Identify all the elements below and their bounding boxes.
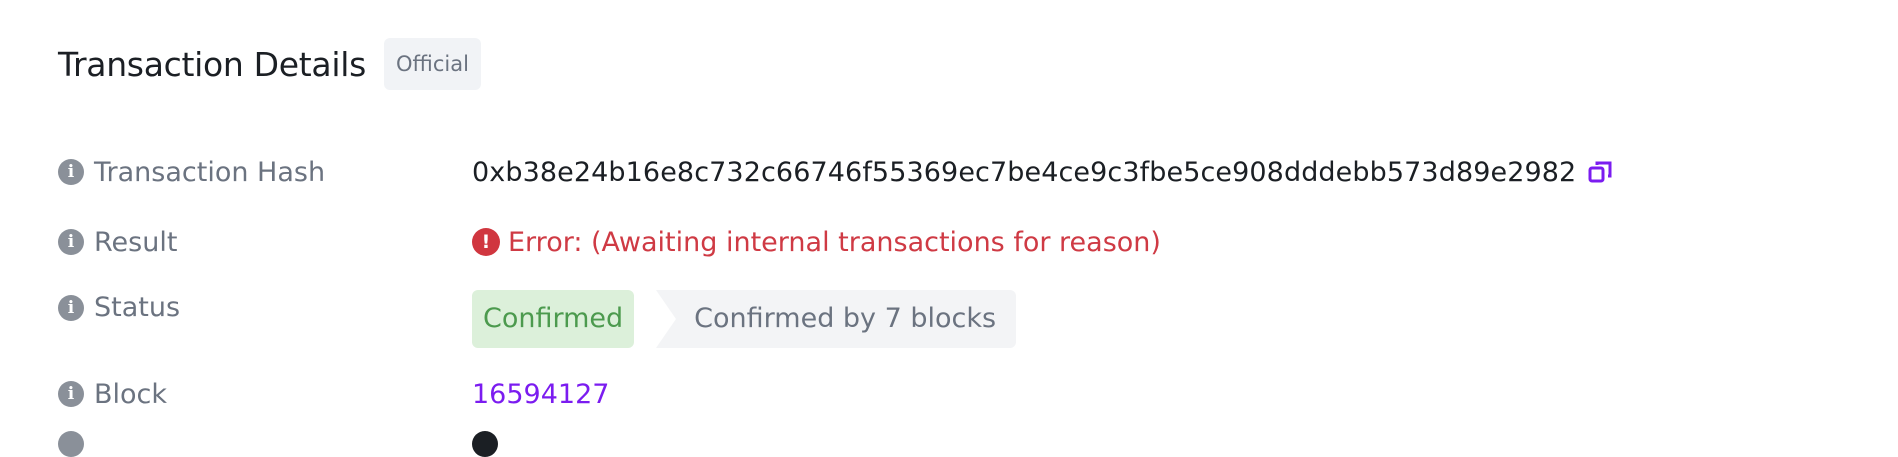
label-result: Result bbox=[94, 226, 178, 258]
copy-icon[interactable] bbox=[1588, 159, 1614, 185]
row-result: i Result ! Error: (Awaiting internal tra… bbox=[58, 222, 1161, 262]
value-status-wrap: Confirmed Confirmed by 7 blocks bbox=[472, 290, 1017, 348]
value-transaction-hash-wrap: 0xb38e24b16e8c732c66746f55369ec7be4ce9c3… bbox=[472, 157, 1614, 188]
info-icon bbox=[58, 431, 84, 457]
row-block: i Block 16594127 bbox=[58, 374, 609, 414]
page-title: Transaction Details bbox=[58, 44, 366, 84]
label-result-wrap: i Result bbox=[58, 227, 472, 258]
title-row: Transaction Details Official bbox=[58, 38, 481, 90]
result-error-text: Error: (Awaiting internal transactions f… bbox=[508, 226, 1161, 258]
label-block-wrap: i Block bbox=[58, 379, 472, 410]
value-result-wrap: ! Error: (Awaiting internal transactions… bbox=[472, 227, 1161, 258]
label-status-wrap: i Status bbox=[58, 290, 472, 323]
label-transaction-hash: Transaction Hash bbox=[94, 156, 326, 188]
label-status: Status bbox=[94, 292, 181, 323]
row-transaction-hash: i Transaction Hash 0xb38e24b16e8c732c667… bbox=[58, 152, 1614, 192]
value-block-wrap: 16594127 bbox=[472, 379, 609, 410]
row-status: i Status Confirmed Confirmed by 7 blocks bbox=[58, 290, 1017, 348]
info-icon[interactable]: i bbox=[58, 294, 84, 321]
partial-next-row bbox=[58, 431, 658, 457]
info-icon[interactable]: i bbox=[58, 159, 84, 185]
block-number-link[interactable]: 16594127 bbox=[472, 379, 609, 410]
confirmations-badge: Confirmed by 7 blocks bbox=[656, 290, 1017, 348]
transaction-hash-value: 0xb38e24b16e8c732c66746f55369ec7be4ce9c3… bbox=[472, 156, 1577, 188]
status-badge: Confirmed bbox=[472, 290, 635, 348]
info-icon[interactable]: i bbox=[58, 381, 84, 407]
clock-icon bbox=[472, 431, 498, 457]
error-icon: ! bbox=[472, 228, 500, 256]
label-transaction-hash-wrap: i Transaction Hash bbox=[58, 157, 472, 188]
info-icon[interactable]: i bbox=[58, 229, 84, 255]
official-badge: Official bbox=[383, 38, 481, 90]
label-block: Block bbox=[94, 378, 168, 410]
